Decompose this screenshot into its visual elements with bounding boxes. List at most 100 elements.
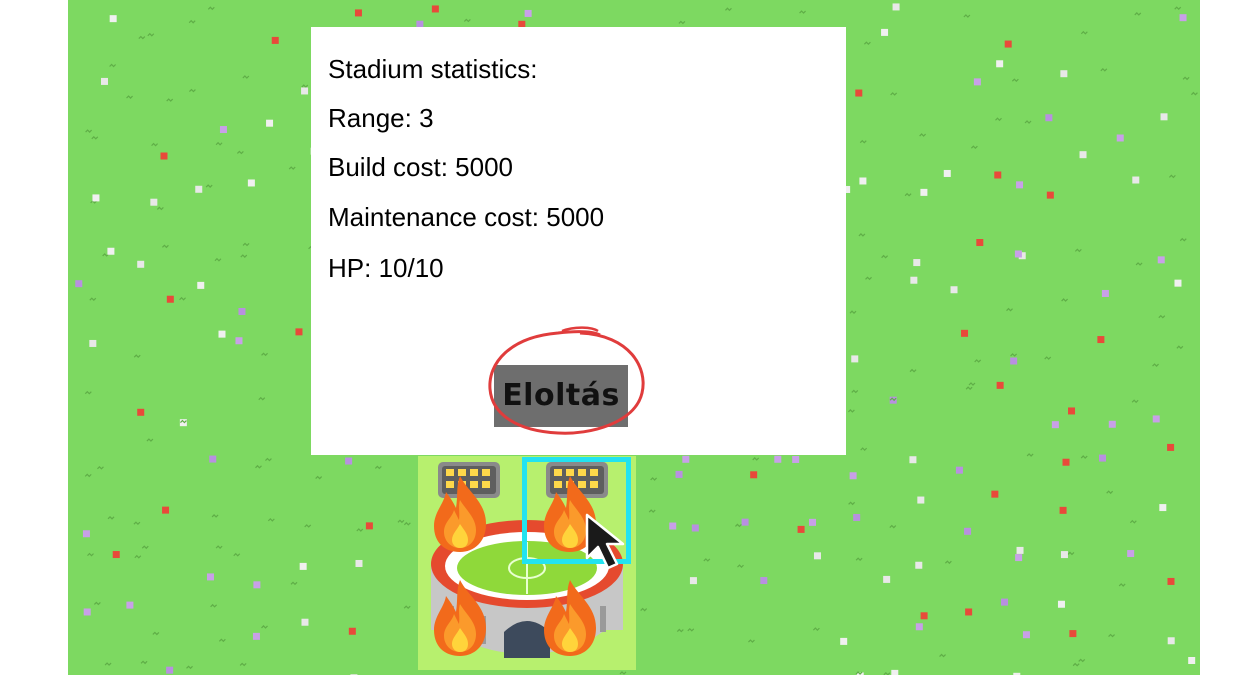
grass-tuft-decoration (847, 409, 855, 413)
grass-tuft-decoration (261, 352, 268, 357)
flower-decoration (219, 126, 227, 134)
grass-tuft-decoration (1044, 356, 1052, 360)
grass-tuft-decoration (138, 35, 146, 40)
flower-decoration (195, 185, 203, 193)
grass-tuft-decoration (1080, 455, 1088, 459)
grass-tuft-decoration (1006, 307, 1013, 312)
flower-decoration (524, 9, 532, 17)
flower-decoration (976, 239, 984, 247)
grass-tuft-decoration (851, 389, 859, 394)
grass-tuft-decoration (904, 192, 912, 197)
grass-tuft-decoration (89, 297, 97, 302)
flower-decoration (1057, 600, 1065, 608)
grass-tuft-decoration (239, 662, 247, 667)
grass-tuft-decoration (288, 166, 296, 170)
grass-tuft-decoration (91, 135, 99, 140)
flower-decoration (1015, 554, 1023, 562)
flower-decoration (682, 455, 690, 463)
grass-tuft-decoration (889, 524, 897, 529)
flower-decoration (961, 329, 969, 337)
grass-tuft-decoration (849, 310, 857, 314)
flower-decoration (1062, 458, 1070, 466)
grass-tuft-decoration (147, 32, 155, 37)
grass-tuft-decoration (1176, 345, 1184, 350)
flower-decoration (1097, 336, 1105, 344)
flower-decoration (809, 518, 817, 526)
flower-decoration (137, 260, 145, 268)
flower-decoration (299, 562, 307, 570)
grass-tuft-decoration (304, 524, 312, 528)
hp-stat: HP: 10/10 (328, 253, 444, 283)
grass-tuft-decoration (180, 419, 187, 424)
flower-decoration (813, 552, 821, 560)
grass-tuft-decoration (725, 7, 732, 12)
flower-decoration (1174, 279, 1182, 287)
grass-tuft-decoration (240, 254, 248, 258)
flower-decoration (1160, 113, 1168, 121)
flower-decoration (1132, 176, 1140, 184)
grass-tuft-decoration (859, 139, 867, 144)
grass-tuft-decoration (242, 75, 250, 79)
flower-decoration (994, 171, 1002, 179)
grass-tuft-decoration (1152, 363, 1159, 367)
grass-tuft-decoration (648, 509, 656, 513)
grass-tuft-decoration (619, 671, 627, 675)
grass-tuft-decoration (734, 523, 742, 528)
grass-tuft-decoration (963, 14, 971, 18)
flower-decoration (840, 637, 848, 645)
flower-decoration (1016, 181, 1024, 189)
flower-decoration (909, 456, 917, 464)
grass-tuft-decoration (1078, 658, 1086, 663)
flower-decoration (853, 513, 861, 521)
grass-tuft-decoration (855, 671, 863, 675)
grass-tuft-decoration (881, 254, 889, 259)
flower-decoration (107, 247, 115, 255)
grass-tuft-decoration (1174, 6, 1182, 11)
flower-decoration (996, 60, 1004, 68)
grass-tuft-decoration (214, 257, 222, 262)
grass-tuft-decoration (995, 117, 1002, 122)
flower-decoration (1059, 506, 1067, 514)
grass-tuft-decoration (1072, 662, 1080, 667)
flower-decoration (197, 281, 205, 289)
grass-tuft-decoration (1131, 399, 1139, 404)
flower-decoration (965, 608, 973, 616)
grass-tuft-decoration (1135, 262, 1143, 266)
grass-tuft-decoration (356, 528, 364, 532)
grass-tuft-decoration (848, 501, 856, 506)
extinguish-button[interactable]: Eloltás (494, 365, 628, 427)
game-screen: Stadium statistics: Range: 3 Build cost:… (0, 0, 1250, 675)
grass-tuft-decoration (133, 354, 141, 359)
flower-decoration (271, 36, 279, 44)
flower-decoration (218, 330, 226, 338)
flower-decoration (431, 5, 439, 13)
flower-decoration (964, 527, 972, 535)
flower-decoration (689, 577, 697, 585)
grass-tuft-decoration (650, 477, 658, 481)
grass-tuft-decoration (752, 457, 760, 461)
grass-tuft-decoration (1010, 353, 1018, 357)
grass-tuft-decoration (242, 242, 250, 247)
flower-decoration (920, 188, 928, 196)
grass-tuft-decoration (748, 639, 755, 643)
grass-tuft-decoration (261, 625, 268, 629)
build-cost-stat: Build cost: 5000 (328, 152, 514, 182)
flower-decoration (917, 496, 925, 504)
grass-tuft-decoration (799, 10, 806, 14)
grass-tuft-decoration (889, 397, 897, 402)
flower-decoration (1167, 577, 1175, 585)
flower-decoration (1068, 407, 1076, 415)
flower-decoration (892, 3, 900, 11)
grass-tuft-decoration (1182, 76, 1190, 81)
grass-tuft-decoration (156, 206, 164, 211)
flower-decoration (301, 87, 309, 95)
grass-tuft-decoration (133, 521, 141, 526)
flower-decoration (92, 194, 100, 202)
grass-tuft-decoration (1024, 120, 1032, 124)
grass-tuft-decoration (1108, 633, 1115, 638)
flower-decoration (1045, 114, 1053, 122)
flower-decoration (238, 307, 246, 315)
flower-decoration (669, 522, 677, 530)
flower-decoration (741, 518, 749, 526)
grass-tuft-decoration (179, 296, 186, 301)
